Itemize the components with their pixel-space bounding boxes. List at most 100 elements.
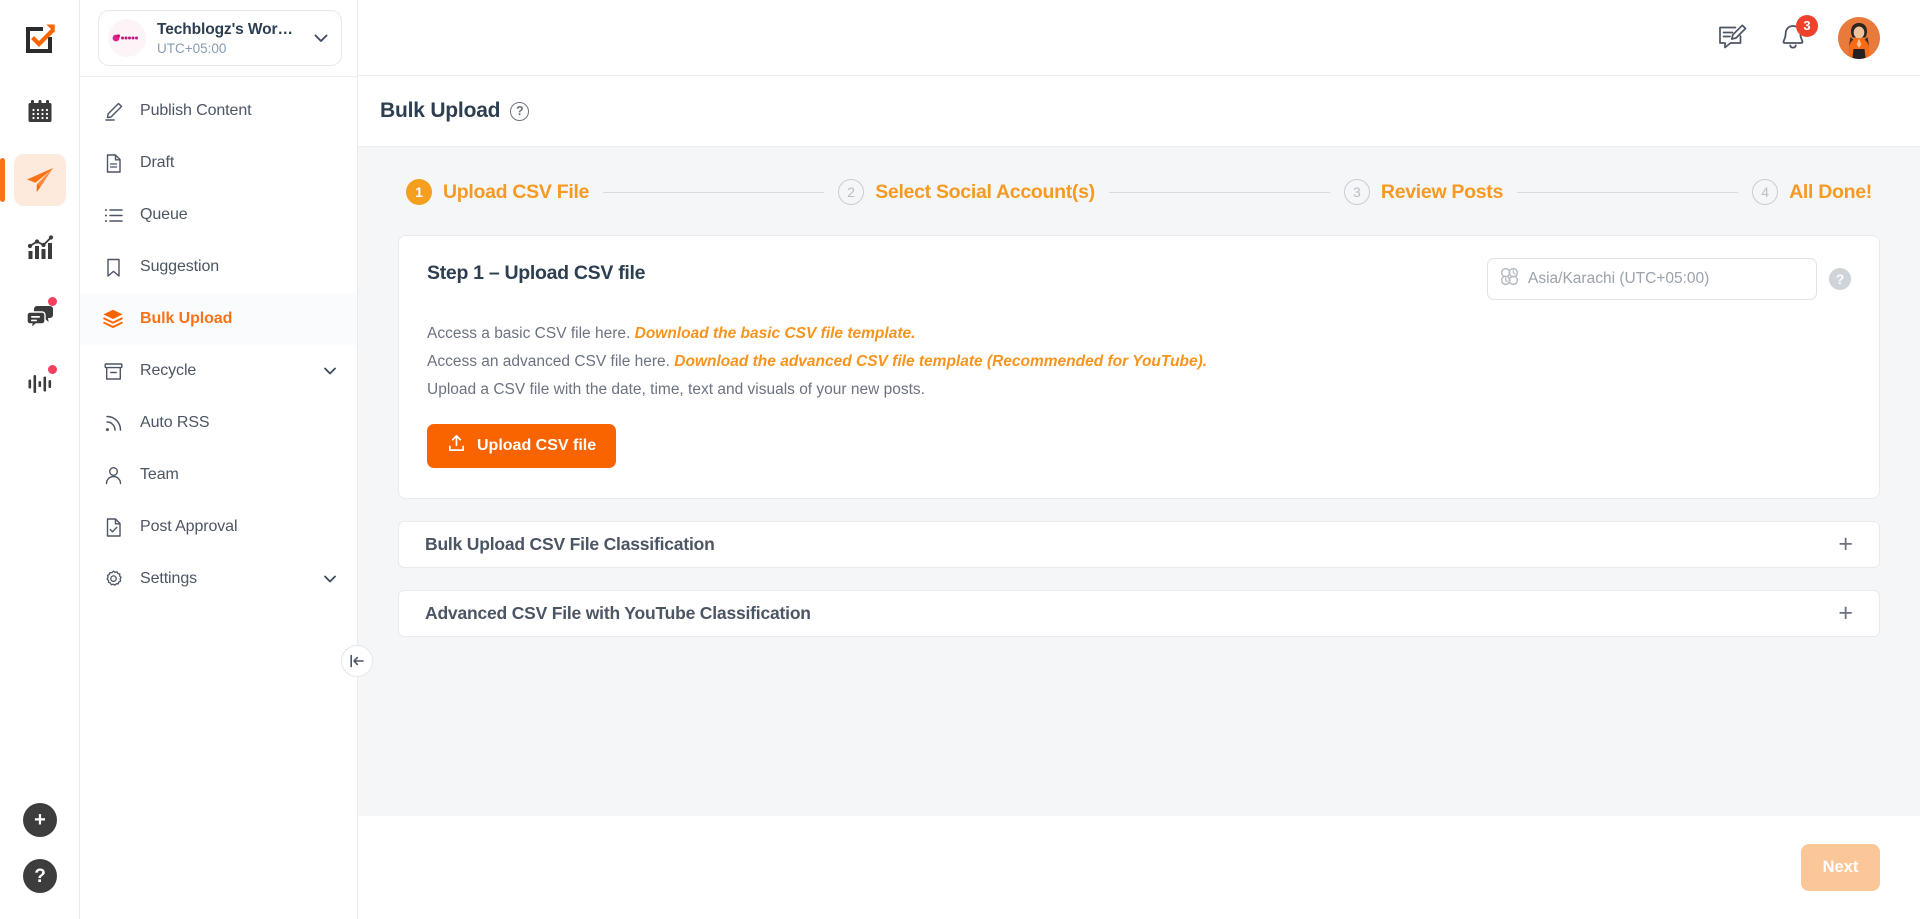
icon-rail: + ? xyxy=(0,0,80,919)
description-line-2: Access an advanced CSV file here. Downlo… xyxy=(427,348,1851,376)
next-button[interactable]: Next xyxy=(1801,844,1880,891)
stepper: 1 Upload CSV File 2 Select Social Accoun… xyxy=(398,173,1880,235)
chevron-down-icon[interactable] xyxy=(321,570,339,588)
notification-dot xyxy=(47,365,57,374)
upload-icon xyxy=(447,434,466,458)
page-title: Bulk Upload xyxy=(380,99,501,122)
notifications-bell[interactable]: 3 xyxy=(1778,14,1818,53)
document-check-icon xyxy=(102,516,124,538)
step-2[interactable]: 2 Select Social Account(s) xyxy=(838,179,1095,205)
timezone-select[interactable]: Asia/Karachi (UTC+05:00) xyxy=(1487,258,1817,300)
app-logo-icon[interactable] xyxy=(19,18,61,60)
advanced-csv-template-link[interactable]: Download the advanced CSV file template … xyxy=(674,353,1207,370)
step-4[interactable]: 4 All Done! xyxy=(1752,179,1872,205)
sidebar-item-auto-rss[interactable]: Auto RSS xyxy=(80,397,357,449)
step-label: All Done! xyxy=(1789,180,1872,203)
top-bar: 3 xyxy=(358,0,1920,76)
step-number: 2 xyxy=(838,179,865,205)
step-1-card: Step 1 – Upload CSV file Asia/Karachi (U… xyxy=(398,235,1880,499)
timezone-row: Asia/Karachi (UTC+05:00) ? xyxy=(1487,258,1851,300)
accordion-advanced-youtube-classification[interactable]: Advanced CSV File with YouTube Classific… xyxy=(398,590,1880,637)
workspace-selector[interactable]: Techblogz's Worksp... UTC+05:00 xyxy=(98,10,342,66)
compose-message-icon[interactable] xyxy=(1718,23,1748,53)
chevron-down-icon[interactable] xyxy=(321,362,339,380)
step-label: Review Posts xyxy=(1380,180,1504,203)
sidebar-item-post-approval[interactable]: Post Approval xyxy=(80,501,357,553)
sidebar-item-bulk-upload[interactable]: Bulk Upload xyxy=(80,293,357,345)
sidebar-nav: Publish Content Draft Queue Suggestion B… xyxy=(80,76,357,605)
sidebar-item-publish-content[interactable]: Publish Content xyxy=(80,85,357,137)
step-number: 4 xyxy=(1752,179,1779,205)
card-title: Step 1 – Upload CSV file xyxy=(427,262,646,284)
sidebar-item-label: Settings xyxy=(140,570,198,587)
rail-item-list xyxy=(0,86,79,410)
sidebar-item-label: Auto RSS xyxy=(140,414,210,431)
rss-icon xyxy=(102,412,124,434)
step-connector xyxy=(603,191,825,193)
accordion-title: Advanced CSV File with YouTube Classific… xyxy=(425,603,811,623)
sidebar-item-label: Recycle xyxy=(140,362,197,379)
sidebar-item-label: Suggestion xyxy=(140,258,220,275)
workspace-avatar xyxy=(108,19,146,57)
upload-csv-button-label: Upload CSV file xyxy=(477,437,597,454)
sidebar-item-label: Queue xyxy=(140,206,188,223)
step-number: 1 xyxy=(406,179,432,205)
help-button[interactable]: ? xyxy=(23,859,57,893)
workspace-texts: Techblogz's Worksp... UTC+05:00 xyxy=(157,21,300,56)
sidebar-item-recycle[interactable]: Recycle xyxy=(80,345,357,397)
upload-csv-button[interactable]: Upload CSV file xyxy=(427,424,617,468)
timezone-clock-icon xyxy=(1500,267,1519,291)
add-button[interactable]: + xyxy=(23,803,57,837)
collapse-sidebar-button[interactable] xyxy=(341,645,373,677)
accordion-bulk-upload-classification[interactable]: Bulk Upload CSV File Classification + xyxy=(398,521,1880,568)
user-avatar[interactable] xyxy=(1838,16,1880,59)
rail-item-inbox[interactable] xyxy=(14,290,66,342)
timezone-value: Asia/Karachi (UTC+05:00) xyxy=(1528,270,1710,287)
rail-item-analytics[interactable] xyxy=(14,222,66,274)
plus-icon[interactable]: + xyxy=(1838,532,1853,557)
archive-icon xyxy=(102,360,124,382)
rail-item-calendar[interactable] xyxy=(14,86,66,138)
step-label: Upload CSV File xyxy=(443,180,590,203)
timezone-help-icon[interactable]: ? xyxy=(1829,268,1851,290)
main-area: 3 Bulk Upload ? 1 Upload CSV File 2 Sele… xyxy=(358,0,1920,919)
sidebar-item-label: Bulk Upload xyxy=(140,310,233,327)
bookmark-icon xyxy=(102,256,124,278)
step-label: Select Social Account(s) xyxy=(875,180,1095,203)
sidebar-item-suggestion[interactable]: Suggestion xyxy=(80,241,357,293)
document-icon xyxy=(102,152,124,174)
sidebar-item-label: Team xyxy=(140,466,179,483)
card-description: Access a basic CSV file here. Download t… xyxy=(427,320,1851,404)
page-header: Bulk Upload ? xyxy=(358,76,1920,146)
workspace-name: Techblogz's Worksp... xyxy=(157,20,300,38)
accordion-title: Bulk Upload CSV File Classification xyxy=(425,534,715,554)
gear-icon xyxy=(102,568,124,590)
description-text: Access a basic CSV file here. xyxy=(427,325,635,342)
rail-item-listening[interactable] xyxy=(14,358,66,410)
description-line-3: Upload a CSV file with the date, time, t… xyxy=(427,381,925,398)
rail-item-publish[interactable] xyxy=(0,154,66,206)
basic-csv-template-link[interactable]: Download the basic CSV file template. xyxy=(635,325,916,342)
sidebar-item-team[interactable]: Team xyxy=(80,449,357,501)
workspace-selector-wrap: Techblogz's Worksp... UTC+05:00 xyxy=(80,0,357,76)
content-area: 1 Upload CSV File 2 Select Social Accoun… xyxy=(358,146,1920,816)
layers-icon xyxy=(102,308,124,330)
sidebar-item-draft[interactable]: Draft xyxy=(80,137,357,189)
notification-dot xyxy=(47,297,57,306)
user-icon xyxy=(102,464,124,486)
step-number: 3 xyxy=(1343,179,1370,205)
step-1[interactable]: 1 Upload CSV File xyxy=(406,179,589,205)
sidebar: Techblogz's Worksp... UTC+05:00 Publish … xyxy=(80,0,373,919)
step-connector xyxy=(1108,191,1330,193)
page-help-icon[interactable]: ? xyxy=(510,101,530,121)
pencil-icon xyxy=(102,100,124,122)
plus-icon[interactable]: + xyxy=(1838,601,1853,626)
step-3[interactable]: 3 Review Posts xyxy=(1343,179,1504,205)
step-connector xyxy=(1517,191,1739,193)
list-icon xyxy=(102,204,124,226)
card-header: Step 1 – Upload CSV file Asia/Karachi (U… xyxy=(427,258,1851,300)
sidebar-item-settings[interactable]: Settings xyxy=(80,553,357,605)
chevron-down-icon[interactable] xyxy=(311,28,331,48)
sidebar-item-queue[interactable]: Queue xyxy=(80,189,357,241)
footer-bar: Next xyxy=(358,816,1920,919)
